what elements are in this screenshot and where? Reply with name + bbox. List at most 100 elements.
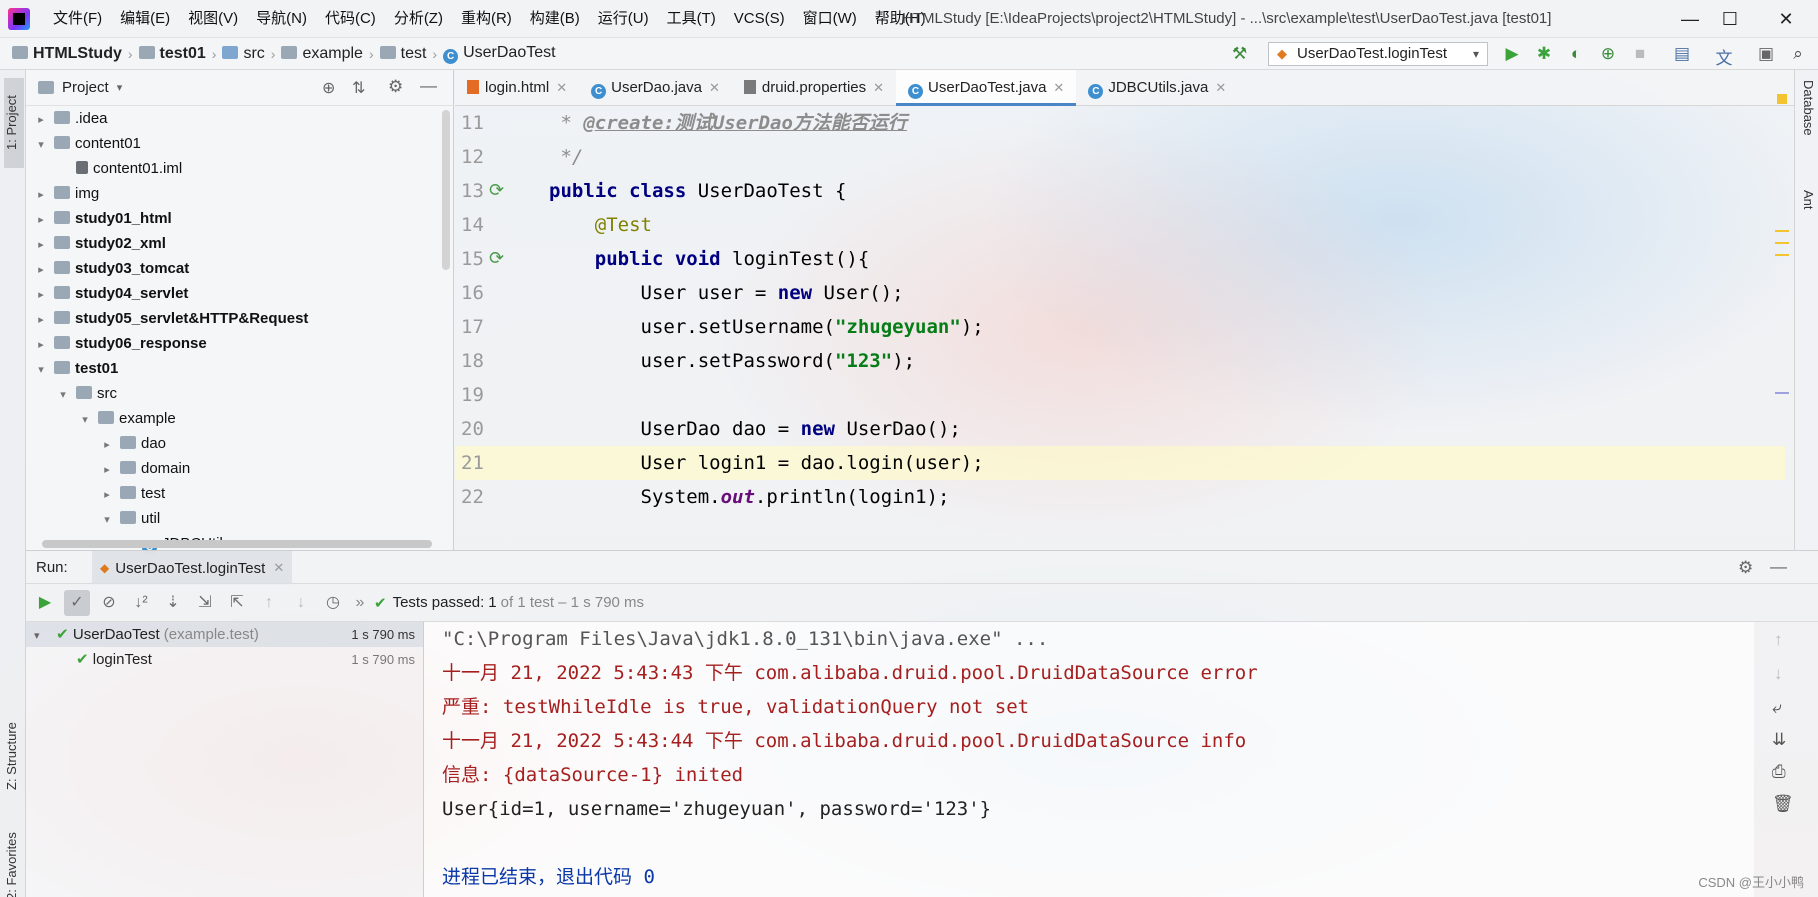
breadcrumb-item[interactable]: HTMLStudy [12,45,122,63]
line-number[interactable]: 12 [455,140,539,174]
rerun-icon[interactable]: ▶ [32,590,58,616]
hide-icon[interactable]: — [1770,557,1787,577]
line-number[interactable]: 11 [455,106,539,140]
chevron-right-icon[interactable]: ▸ [34,258,48,283]
project-panel-title[interactable]: Project [62,79,109,96]
sort-alphabetically-icon[interactable]: ↓² [128,590,154,616]
chevron-right-icon[interactable]: ▸ [100,483,114,508]
next-failed-icon[interactable]: ↓ [288,590,314,616]
chevron-right-icon[interactable]: ▸ [34,183,48,208]
vertical-scrollbar[interactable] [442,110,450,270]
close-icon[interactable]: ✕ [273,560,284,576]
error-stripe[interactable] [1775,94,1789,550]
tree-item[interactable]: ▾ util [26,506,454,531]
menu-item[interactable]: 导航(N) [247,0,316,38]
editor-tab[interactable]: C UserDaoTest.java ✕ [896,69,1077,106]
hide-icon[interactable]: — [420,76,437,96]
gear-icon[interactable]: ⚙ [1738,558,1753,578]
run-test-gutter-icon[interactable]: ⟳ [489,242,509,269]
breadcrumb-item[interactable]: example [281,45,363,63]
tree-item[interactable]: ▸ domain [26,456,454,481]
chevron-right-icon[interactable]: ▸ [34,233,48,258]
menu-item[interactable]: VCS(S) [725,0,794,38]
trash-icon[interactable]: 🗑 [1772,794,1794,814]
chevron-right-icon[interactable]: ▸ [100,433,114,458]
chevron-down-icon[interactable]: ▾ [34,624,48,649]
chevron-down-icon[interactable]: ▾ [117,81,123,94]
tree-item[interactable]: content01.iml [26,156,454,181]
line-number[interactable]: 20 [455,412,539,446]
line-number[interactable]: 21 [455,446,539,480]
profile-icon[interactable]: ⊕ [1596,44,1620,64]
scroll-to-end-icon[interactable]: ⇊ [1772,730,1786,750]
locate-icon[interactable]: ⊕ [322,78,335,98]
tree-item[interactable]: ▸ test [26,481,454,506]
breadcrumb-item[interactable]: C UserDaoTest [443,44,556,64]
chevron-down-icon[interactable]: ▾ [34,133,48,158]
line-number[interactable]: 16 [455,276,539,310]
chevron-down-icon[interactable]: ▾ [100,508,114,533]
line-number[interactable]: 22 [455,480,539,514]
run-configuration-select[interactable]: ◆ UserDaoTest.loginTest ▾ [1268,42,1488,66]
tree-item[interactable]: ▸ study05_servlet&HTTP&Request [26,306,454,331]
presentation-icon[interactable]: ▣ [1754,44,1778,64]
run-icon[interactable]: ▶ [1500,44,1524,64]
menu-item[interactable]: 重构(R) [452,0,521,38]
print-icon[interactable]: ⎙ [1772,762,1786,782]
tree-item[interactable]: ▸ study04_servlet [26,281,454,306]
tree-item[interactable]: ▾ src [26,381,454,406]
coverage-icon[interactable]: ◐ [1564,44,1588,64]
history-clock-icon[interactable]: ◷ [320,590,346,616]
line-number[interactable]: 19 [455,378,539,412]
chevron-right-icon[interactable]: ▸ [34,108,48,133]
chevron-right-icon[interactable]: ▸ [100,458,114,483]
close-icon[interactable]: ✕ [1053,80,1064,95]
tree-item[interactable]: ▾ content01 [26,131,454,156]
chevron-right-icon[interactable]: ▸ [34,208,48,233]
menu-item[interactable]: 运行(U) [589,0,658,38]
warning-mark[interactable] [1775,254,1789,256]
soft-wrap-icon[interactable]: ⤶ [1772,698,1782,718]
maximize-button[interactable]: ☐ [1704,0,1756,38]
chevron-right-icon[interactable]: ▸ [34,308,48,333]
show-ignored-icon[interactable]: ⊘ [96,590,122,616]
translate-icon[interactable]: 文 [1712,44,1736,69]
close-icon[interactable]: ✕ [556,80,567,95]
close-icon[interactable]: ✕ [1215,80,1226,95]
collapse-all-icon[interactable]: ⇱ [224,590,250,616]
editor-tab[interactable]: druid.properties ✕ [732,70,896,106]
test-row[interactable]: ✔ loginTest 1 s 790 ms [26,647,423,672]
close-window-button[interactable]: ✕ [1760,0,1812,38]
menu-item[interactable]: 分析(Z) [385,0,452,38]
run-tab[interactable]: ◆ UserDaoTest.loginTest ✕ [92,551,293,585]
horizontal-scrollbar[interactable] [42,540,432,548]
code-area[interactable]: * @create:测试UserDao方法能否运行 */ public clas… [549,106,1774,514]
line-number[interactable]: 17 [455,310,539,344]
usage-mark[interactable] [1775,392,1789,394]
tree-item[interactable]: ▾ test01 [26,356,454,381]
favorites-tool-button[interactable]: 2: Favorites [4,810,24,897]
breadcrumb-item[interactable]: test01 [138,45,206,63]
tree-item[interactable]: ▸ study03_tomcat [26,256,454,281]
line-number[interactable]: 13 ⟳ [455,174,539,208]
chevron-down-icon[interactable]: ▾ [56,383,70,408]
editor-tab[interactable]: C JDBCUtils.java ✕ [1076,70,1238,106]
menu-item[interactable]: 工具(T) [658,0,725,38]
collapse-all-icon[interactable]: ⇅ [352,78,365,98]
run-test-gutter-icon[interactable]: ⟳ [489,174,509,201]
debug-icon[interactable]: ✱ [1532,44,1556,64]
line-number[interactable]: 14 [455,208,539,242]
editor-tab[interactable]: C UserDao.java ✕ [579,70,732,106]
structure-tool-button[interactable]: Z: Structure [4,690,24,790]
expand-all-icon[interactable]: ⇲ [192,590,218,616]
menu-item[interactable]: 编辑(E) [111,0,179,38]
project-structure-icon[interactable]: ▤ [1670,44,1694,64]
tree-item[interactable]: ▸ study02_xml [26,231,454,256]
chevron-down-icon[interactable]: ▾ [34,358,48,383]
chevron-down-icon[interactable]: ▾ [78,408,92,433]
search-icon[interactable]: ⌕ [1786,44,1810,64]
close-icon[interactable]: ✕ [873,80,884,95]
code-editor[interactable]: 11 12 13 ⟳ 14 15 ⟳ 16 17 18 19 20 21 22 * @create:测试U… [455,94,1794,550]
close-icon[interactable]: ✕ [709,80,720,95]
database-tool-button[interactable]: Database [1798,80,1816,170]
